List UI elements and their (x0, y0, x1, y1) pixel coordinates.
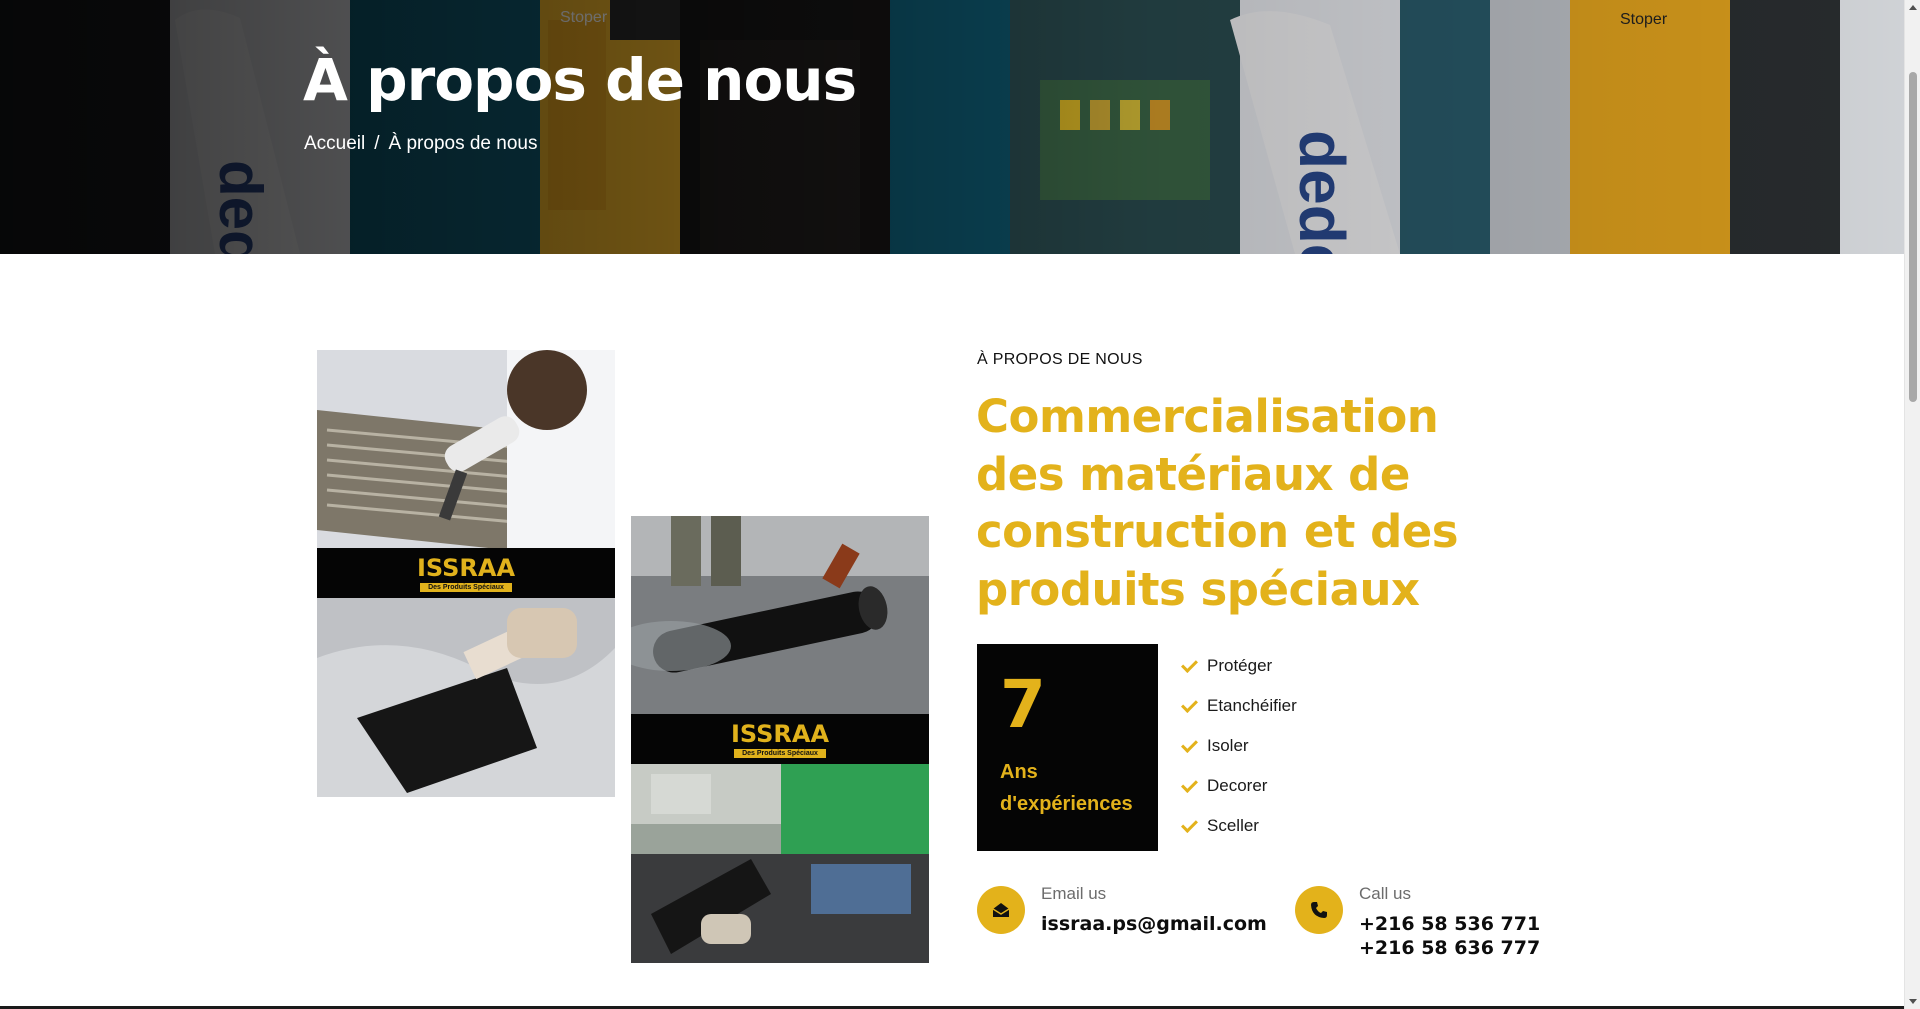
check-icon (1180, 696, 1200, 716)
phone-number-1-link[interactable]: +216 58 536 771 (1359, 912, 1540, 936)
phone-label: Call us (1359, 884, 1411, 903)
section-eyebrow: À PROPOS DE NOUS (977, 351, 1143, 368)
breadcrumb-separator: / (374, 133, 380, 154)
experience-label-line1: Ans (1000, 761, 1038, 783)
checklist-item: Etanchéifier (1180, 686, 1297, 726)
logo-subtitle: Des Produits Spéciaux (734, 748, 826, 758)
logo-subtitle: Des Produits Spéciaux (420, 582, 512, 592)
scrollbar-thumb[interactable] (1909, 72, 1917, 402)
checklist-item-label: Isoler (1207, 736, 1249, 755)
issraa-logo: ISSRAA Des Produits Spéciaux (381, 555, 551, 592)
breadcrumb: Accueil / À propos de nous (304, 133, 537, 155)
experience-badge: 7 Ans d'expériences (977, 644, 1158, 851)
scroll-down-arrow-icon[interactable] (1909, 999, 1917, 1004)
envelope-icon (977, 886, 1025, 934)
services-checklist: Protéger Etanchéifier Isoler Decorer Sce… (1180, 646, 1297, 846)
phone-number-2-link[interactable]: +216 58 636 777 (1359, 936, 1540, 960)
envelope-open-icon (992, 903, 1010, 917)
checklist-item: Isoler (1180, 726, 1297, 766)
checklist-item-label: Etanchéifier (1207, 696, 1297, 715)
brand-logo-band: ISSRAA Des Produits Spéciaux (317, 548, 615, 598)
email-label: Email us (1041, 884, 1107, 903)
checklist-item: Decorer (1180, 766, 1297, 806)
check-icon (1180, 736, 1200, 756)
checklist-item-label: Sceller (1207, 816, 1259, 835)
phone-handset-icon (1311, 902, 1327, 918)
checklist-item-label: Decorer (1207, 776, 1268, 795)
issraa-logo-icon: ISSRAA (731, 721, 829, 747)
page-hero: deder Stoper deder Stoper Sika (0, 0, 1904, 254)
hero-overlay (0, 0, 1904, 254)
email-value-link[interactable]: issraa.ps@gmail.com (1041, 912, 1267, 936)
spatula-photo-image (317, 598, 615, 797)
brand-logo-band-2: ISSRAA Des Produits Spéciaux (631, 714, 929, 764)
about-image-roofing: ISSRAA Des Produits Spéciaux (631, 516, 929, 963)
page-title: À propos de nous (303, 46, 857, 114)
roofing-torch-photo-image (631, 516, 929, 714)
issraa-logo-2: ISSRAA Des Produits Spéciaux (695, 721, 865, 758)
check-icon (1180, 656, 1200, 676)
experience-years-number: 7 (1000, 666, 1046, 743)
membrane-install-photo-image (631, 764, 929, 963)
check-icon (1180, 816, 1200, 836)
checklist-item: Sceller (1180, 806, 1297, 846)
about-headline: Commercialisation des matériaux de const… (976, 390, 1459, 616)
contact-email-block: Email us issraa.ps@gmail.com (977, 884, 1267, 936)
checklist-item-label: Protéger (1207, 656, 1273, 675)
svg-text:ISSRAA: ISSRAA (417, 555, 515, 581)
experience-years-label: Ans d'expériences (1000, 756, 1135, 820)
page-scrollbar[interactable] (1904, 0, 1920, 1009)
checklist-item: Protéger (1180, 646, 1297, 686)
breadcrumb-home-link[interactable]: Accueil (304, 133, 365, 155)
svg-text:ISSRAA: ISSRAA (731, 721, 829, 747)
about-image-tiling: ISSRAA Des Produits Spéciaux (317, 350, 615, 797)
issraa-logo-icon: ISSRAA (417, 555, 515, 581)
scroll-up-arrow-icon[interactable] (1909, 5, 1917, 10)
breadcrumb-current: À propos de nous (388, 133, 538, 154)
phone-icon (1295, 886, 1343, 934)
contact-phone-block: Call us +216 58 536 771 +216 58 636 777 (1295, 884, 1540, 960)
experience-label-line2: d'expériences (1000, 793, 1133, 815)
check-icon (1180, 776, 1200, 796)
trowel-photo-image (317, 350, 615, 548)
